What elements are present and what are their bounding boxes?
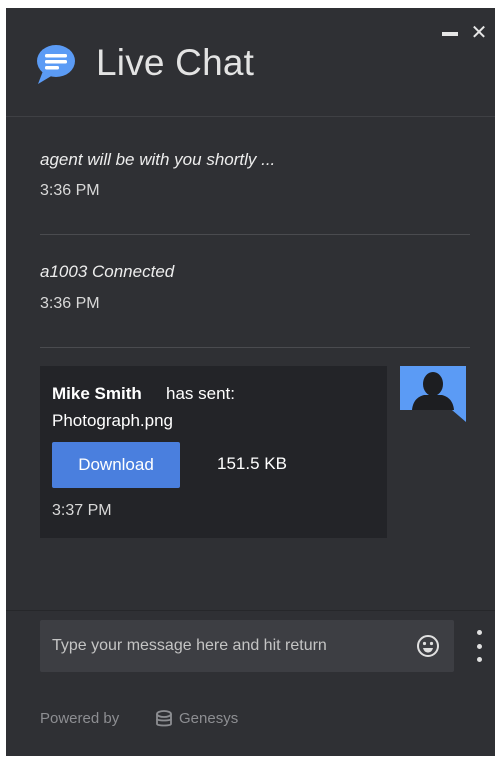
- file-transfer-message: Mike Smith has sent: Photograph.png Down…: [40, 366, 387, 538]
- download-button[interactable]: Download: [52, 442, 180, 488]
- live-chat-widget: Live Chat ✕ agent will be with you short…: [6, 8, 495, 756]
- message-timestamp: 3:37 PM: [52, 502, 112, 519]
- more-vertical-icon: [476, 630, 482, 635]
- powered-by-label: Powered by: [40, 710, 120, 727]
- close-button[interactable]: ✕: [469, 22, 489, 44]
- message-composer: [40, 620, 454, 672]
- genesys-brand: Genesys: [179, 710, 239, 727]
- user-avatar-icon: [400, 366, 466, 422]
- minimize-icon: [442, 32, 458, 36]
- emoji-icon[interactable]: [416, 634, 440, 658]
- message-divider: [40, 347, 470, 348]
- genesys-logo-icon: [156, 710, 172, 727]
- more-options-button[interactable]: [472, 630, 486, 662]
- file-size: 151.5 KB: [217, 454, 287, 473]
- message-timestamp: 3:36 PM: [40, 182, 100, 199]
- message-timestamp: 3:36 PM: [40, 295, 100, 312]
- message-divider: [40, 234, 470, 235]
- file-name: Photograph.png: [52, 411, 173, 430]
- sent-label: has sent:: [166, 384, 235, 403]
- system-message: agent will be with you shortly ...: [40, 150, 276, 169]
- chat-header: Live Chat ✕: [6, 8, 495, 117]
- minimize-button[interactable]: [440, 24, 460, 44]
- system-message: a1003 Connected: [40, 262, 175, 281]
- chat-title: Live Chat: [96, 42, 255, 83]
- sender-name: Mike Smith: [52, 384, 142, 403]
- message-input[interactable]: [52, 620, 402, 672]
- chat-bubble-icon: [37, 45, 75, 84]
- footer-separator: [6, 610, 495, 611]
